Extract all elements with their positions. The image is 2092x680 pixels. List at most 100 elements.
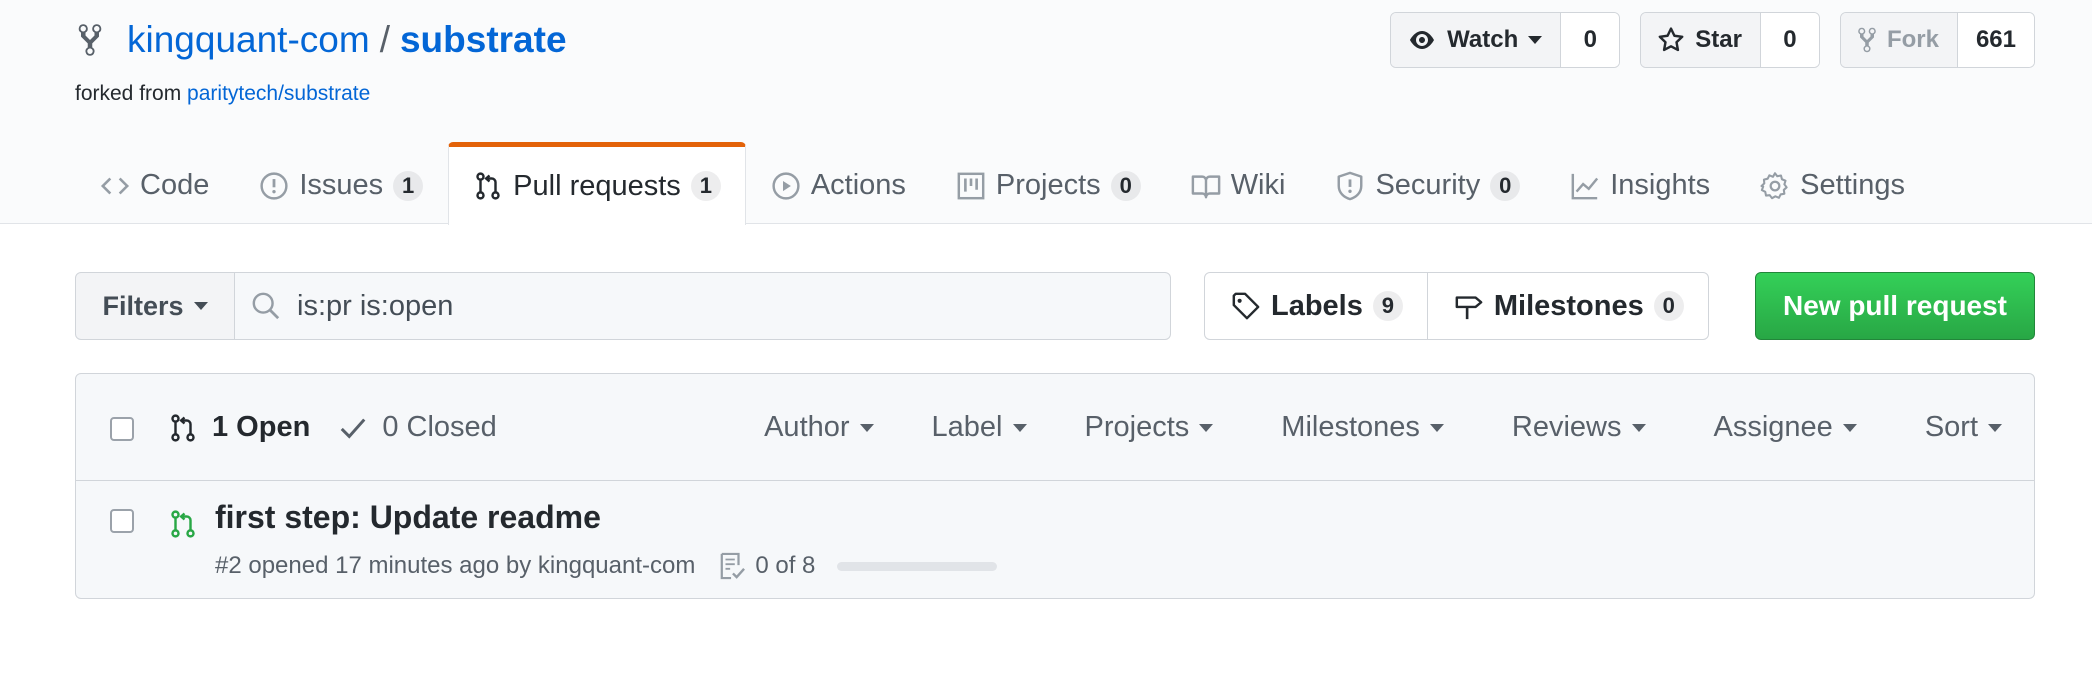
- watch-button[interactable]: Watch: [1391, 13, 1562, 67]
- open-count-label: 1 Open: [212, 411, 311, 443]
- assignee-filter[interactable]: Assignee: [1714, 411, 1857, 444]
- search-input[interactable]: [297, 289, 1097, 323]
- closed-filter[interactable]: 0 Closed: [338, 411, 497, 445]
- fork-button[interactable]: Fork: [1840, 13, 1958, 67]
- pagehead-actions: Watch 0 Star 0 Fork 661: [1390, 12, 2035, 68]
- star-button-group: Star 0: [1640, 12, 1820, 68]
- code-icon: [100, 177, 130, 194]
- select-all-checkbox[interactable]: [110, 417, 134, 441]
- watch-count[interactable]: 0: [1561, 13, 1620, 67]
- projects-counter: 0: [1110, 170, 1141, 201]
- chevron-down-icon: [1631, 423, 1646, 432]
- eye-icon: [1410, 31, 1435, 49]
- tab-issues[interactable]: Issues 1: [234, 142, 448, 224]
- forked-from-link[interactable]: paritytech/substrate: [187, 82, 370, 105]
- tab-label: Actions: [810, 169, 906, 201]
- list-header: 1 Open 0 Closed Author Label Projects Mi…: [76, 374, 2034, 481]
- book-icon: [1191, 174, 1221, 198]
- pull-request-checkbox[interactable]: [110, 509, 134, 533]
- milestones-filter[interactable]: Milestones: [1281, 411, 1444, 444]
- subnav: Filters Labels 9 Milestones 0 New pull r…: [75, 272, 2035, 340]
- check-icon: [341, 418, 366, 439]
- pull-request-list: 1 Open 0 Closed Author Label Projects Mi…: [75, 373, 2035, 599]
- fork-label: Fork: [1886, 26, 1939, 53]
- closed-count-label: 0 Closed: [382, 411, 497, 443]
- tab-label: Code: [140, 169, 210, 201]
- pull-request-title-link[interactable]: first step: Update readme: [215, 499, 601, 536]
- chevron-down-icon: [1012, 423, 1027, 432]
- filters-group: Filters: [75, 272, 1171, 340]
- checklist-icon: [720, 552, 746, 580]
- repo-title: kingquant-com / substrate: [75, 16, 567, 64]
- star-button[interactable]: Star: [1641, 13, 1761, 67]
- star-count[interactable]: 0: [1760, 13, 1819, 67]
- repo-owner-link[interactable]: kingquant-com: [127, 19, 370, 61]
- labels-button[interactable]: Labels 9: [1205, 273, 1427, 339]
- tab-label: Projects: [995, 169, 1101, 201]
- watch-button-group: Watch 0: [1390, 12, 1621, 68]
- milestones-label: Milestones: [1493, 289, 1644, 322]
- forked-from: forked from paritytech/substrate: [75, 82, 370, 106]
- repo-nav: Code Issues 1 Pull requests 1 Actions Pr…: [75, 142, 1930, 225]
- issue-opened-icon: [260, 171, 288, 200]
- chevron-down-icon: [193, 302, 208, 310]
- tab-actions[interactable]: Actions: [746, 142, 931, 224]
- label-filter[interactable]: Label: [932, 411, 1027, 444]
- pull-request-meta: #2 opened 17 minutes ago by kingquant-co…: [215, 551, 998, 581]
- star-label: Star: [1695, 26, 1742, 53]
- repo-forked-icon: [1858, 27, 1876, 53]
- tab-wiki[interactable]: Wiki: [1166, 142, 1311, 224]
- git-pull-request-icon: [171, 510, 195, 538]
- chevron-down-icon: [1528, 36, 1543, 44]
- security-counter: 0: [1490, 170, 1521, 201]
- task-progress: 0 of 8: [719, 551, 998, 581]
- tab-projects[interactable]: Projects 0: [931, 142, 1166, 224]
- graph-icon: [1571, 173, 1599, 199]
- play-icon: [772, 171, 800, 200]
- reviews-filter[interactable]: Reviews: [1512, 411, 1646, 444]
- forked-from-label: forked from: [75, 82, 182, 105]
- star-icon: [1658, 27, 1684, 52]
- sort-filter[interactable]: Sort: [1925, 411, 2002, 444]
- filter-label: Milestones: [1281, 411, 1420, 443]
- milestones-counter: 0: [1653, 291, 1684, 321]
- filter-label: Projects: [1084, 411, 1190, 443]
- fork-button-group: Fork 661: [1839, 12, 2035, 68]
- chevron-down-icon: [1842, 423, 1857, 432]
- gear-icon: [1760, 171, 1788, 199]
- filters-label: Filters: [102, 290, 184, 321]
- milestones-button[interactable]: Milestones 0: [1426, 273, 1708, 339]
- filter-label: Assignee: [1713, 411, 1833, 443]
- filter-label: Reviews: [1511, 411, 1622, 443]
- fork-count[interactable]: 661: [1957, 13, 2034, 67]
- pull-request-opened-info: #2 opened 17 minutes ago by kingquant-co…: [215, 552, 696, 579]
- shield-icon: [1337, 171, 1363, 200]
- git-pull-request-icon: [476, 172, 500, 200]
- task-progress-bar: [837, 561, 998, 571]
- filter-label: Label: [931, 411, 1003, 443]
- chevron-down-icon: [859, 423, 874, 432]
- tab-settings[interactable]: Settings: [1735, 142, 1930, 224]
- watch-label: Watch: [1447, 26, 1519, 53]
- tab-pull-requests[interactable]: Pull requests 1: [448, 142, 746, 225]
- new-pull-request-button[interactable]: New pull request: [1755, 272, 2035, 340]
- projects-filter[interactable]: Projects: [1085, 411, 1214, 444]
- labels-label: Labels: [1271, 289, 1363, 322]
- tab-label: Issues: [299, 169, 384, 201]
- list-filters: Author Label Projects Milestones Reviews…: [764, 374, 2034, 481]
- project-icon: [957, 172, 985, 199]
- tab-security[interactable]: Security 0: [1310, 142, 1545, 224]
- filters-button[interactable]: Filters: [75, 272, 235, 340]
- tab-label: Insights: [1610, 169, 1711, 201]
- tag-icon: [1232, 292, 1260, 320]
- chevron-down-icon: [1988, 423, 2002, 432]
- repo-title-separator: /: [379, 19, 390, 60]
- open-filter[interactable]: 1 Open: [168, 411, 310, 445]
- repo-name-link[interactable]: substrate: [400, 19, 567, 61]
- repo-forked-icon: [78, 24, 102, 56]
- tab-code[interactable]: Code: [75, 142, 234, 224]
- author-filter[interactable]: Author: [764, 411, 874, 444]
- tab-insights[interactable]: Insights: [1545, 142, 1735, 224]
- chevron-down-icon: [1429, 423, 1444, 432]
- milestone-icon: [1455, 296, 1483, 320]
